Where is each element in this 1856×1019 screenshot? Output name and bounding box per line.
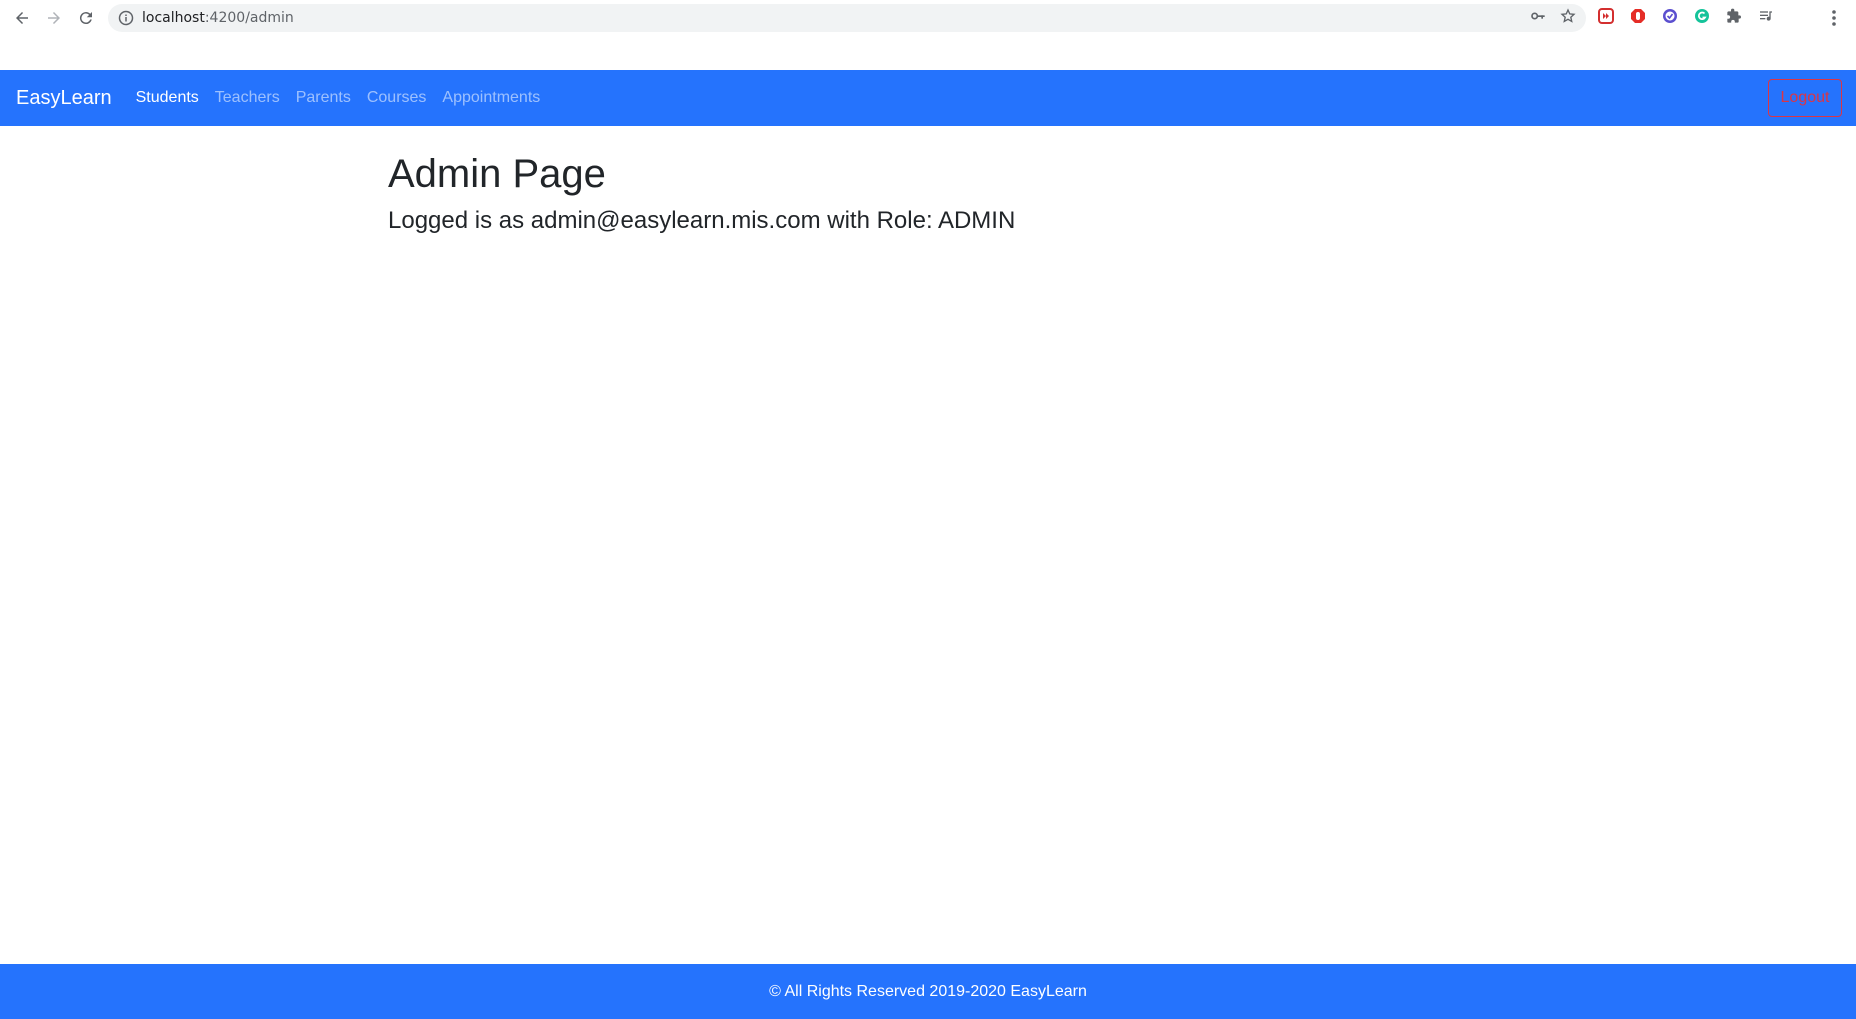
site-info-icon[interactable]	[118, 10, 134, 26]
app-navbar: EasyLearn Students Teachers Parents Cour…	[0, 70, 1856, 126]
bookmark-star-icon[interactable]	[1560, 8, 1576, 29]
key-icon[interactable]	[1530, 8, 1546, 29]
nav-link-parents[interactable]: Parents	[296, 89, 351, 107]
extension-red-square-icon[interactable]	[1596, 6, 1616, 26]
nav-link-students[interactable]: Students	[136, 89, 199, 107]
url-host: localhost	[142, 10, 205, 26]
brand-logo-link[interactable]: EasyLearn	[16, 87, 112, 110]
extension-grammarly-icon[interactable]	[1692, 6, 1712, 26]
main-content: Admin Page Logged is as admin@easylearn.…	[388, 150, 1015, 236]
browser-toolbar: localhost:4200/admin	[0, 0, 1856, 36]
logout-button[interactable]: Logout	[1768, 79, 1842, 117]
browser-menu-icon[interactable]	[1826, 8, 1842, 33]
url-text: localhost:4200/admin	[142, 10, 294, 26]
media-queue-icon[interactable]	[1756, 6, 1776, 26]
extension-purple-check-icon[interactable]	[1660, 6, 1680, 26]
address-bar[interactable]: localhost:4200/admin	[108, 4, 1586, 32]
nav-link-courses[interactable]: Courses	[367, 89, 427, 107]
forward-icon[interactable]	[38, 2, 70, 34]
back-icon[interactable]	[6, 2, 38, 34]
login-info-text: Logged is as admin@easylearn.mis.com wit…	[388, 207, 1016, 234]
extensions-puzzle-icon[interactable]	[1724, 6, 1744, 26]
nav-link-appointments[interactable]: Appointments	[442, 89, 540, 107]
extension-adblock-icon[interactable]	[1628, 6, 1648, 26]
reload-icon[interactable]	[70, 2, 102, 34]
copyright-text: © All Rights Reserved 2019-2020 EasyLear…	[769, 982, 1087, 1000]
nav-link-teachers[interactable]: Teachers	[215, 89, 280, 107]
url-path: :4200/admin	[204, 10, 294, 26]
page-title: Admin Page	[388, 152, 606, 196]
page-footer: © All Rights Reserved 2019-2020 EasyLear…	[0, 964, 1856, 1019]
